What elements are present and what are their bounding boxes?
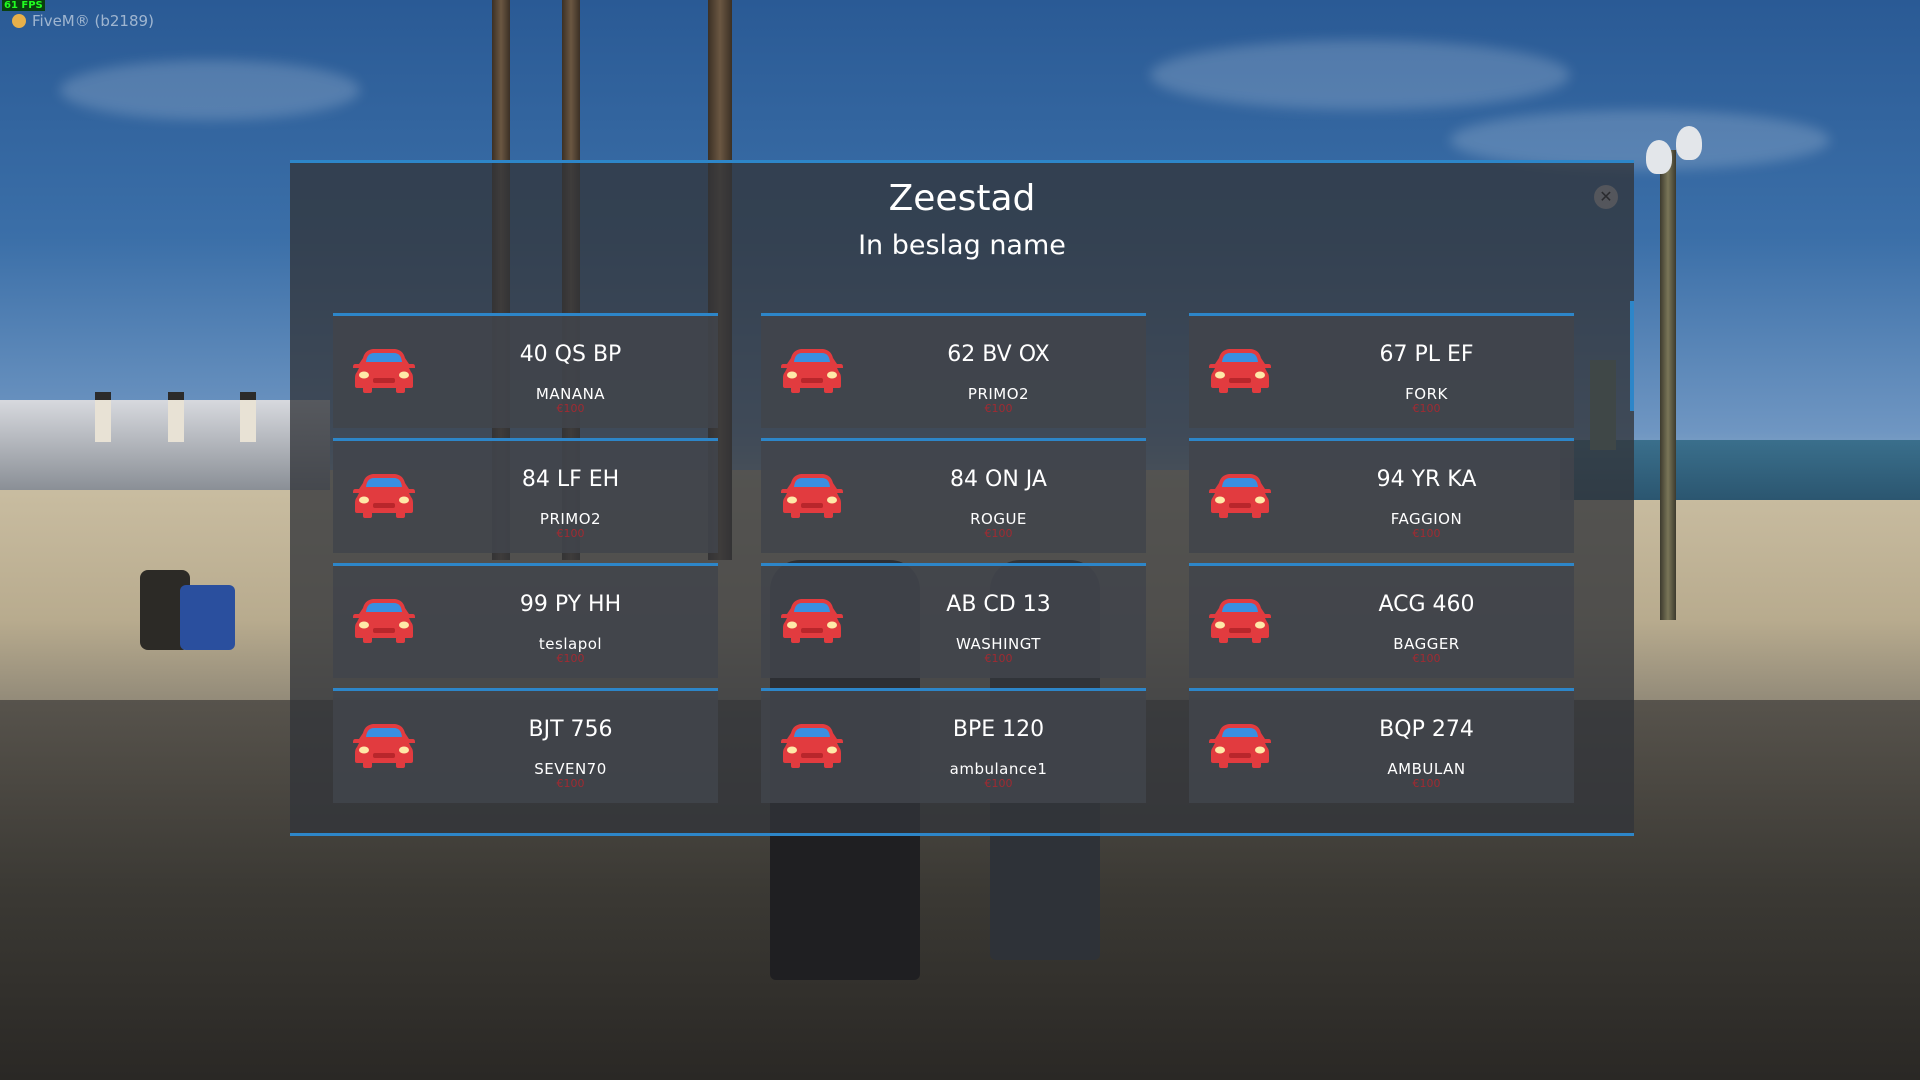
impound-panel: Zeestad In beslag name ✕ 40 QS BP MANANA…: [290, 160, 1634, 836]
vehicle-card[interactable]: 94 YR KA FAGGION €100: [1189, 438, 1574, 553]
vehicle-model: AMBULAN: [1387, 760, 1466, 778]
vehicle-model: WASHINGT: [956, 635, 1041, 653]
vehicle-model: PRIMO2: [539, 510, 602, 528]
vehicle-model: PRIMO2: [967, 385, 1030, 403]
vehicle-card[interactable]: ACG 460 BAGGER €100: [1189, 563, 1574, 678]
vehicle-card[interactable]: AB CD 13 WASHINGT €100: [761, 563, 1146, 678]
vehicle-card[interactable]: 40 QS BP MANANA €100: [333, 313, 718, 428]
impound-price: €100: [984, 527, 1013, 540]
impound-price: €100: [1412, 527, 1441, 540]
vehicle-grid: 40 QS BP MANANA €100 62 BV OX PRIMO2 €10…: [333, 313, 1575, 803]
vehicle-card[interactable]: 99 PY HH teslapol €100: [333, 563, 718, 678]
vehicle-card[interactable]: BPE 120 ambulance1 €100: [761, 688, 1146, 803]
cloud: [1150, 40, 1570, 110]
ship-funnel: [240, 392, 256, 442]
car-icon: [781, 724, 843, 768]
vehicle-card[interactable]: BQP 274 AMBULAN €100: [1189, 688, 1574, 803]
impound-price: €100: [984, 652, 1013, 665]
vehicle-card[interactable]: 84 LF EH PRIMO2 €100: [333, 438, 718, 553]
license-plate: 62 BV OX: [947, 342, 1050, 367]
close-icon: ✕: [1599, 187, 1613, 206]
vehicle-card[interactable]: 62 BV OX PRIMO2 €100: [761, 313, 1146, 428]
lamp-head: [1676, 126, 1702, 160]
panel-title: Zeestad: [888, 178, 1036, 219]
license-plate: 84 ON JA: [950, 467, 1047, 492]
car-icon: [353, 724, 415, 768]
license-plate: 40 QS BP: [519, 342, 622, 367]
license-plate: 67 PL EF: [1379, 342, 1474, 367]
car-icon: [1209, 599, 1271, 643]
impound-price: €100: [1412, 402, 1441, 415]
car-icon: [781, 474, 843, 518]
lamp-head: [1646, 140, 1672, 174]
fps-counter: 61 FPS: [2, 0, 45, 11]
panel-subtitle: In beslag name: [858, 230, 1066, 261]
fivem-logo-icon: [12, 14, 26, 28]
cloud: [60, 60, 360, 120]
vehicle-card[interactable]: 84 ON JA ROGUE €100: [761, 438, 1146, 553]
car-icon: [781, 599, 843, 643]
ship-funnel: [95, 392, 111, 442]
client-label: FiveM® (b2189): [12, 12, 154, 30]
license-plate: AB CD 13: [946, 592, 1051, 617]
impound-price: €100: [1412, 652, 1441, 665]
vehicle-card[interactable]: 67 PL EF FORK €100: [1189, 313, 1574, 428]
license-plate: ACG 460: [1378, 592, 1475, 617]
license-plate: BPE 120: [952, 717, 1045, 742]
impound-price: €100: [556, 777, 585, 790]
vehicle-model: MANANA: [535, 385, 606, 403]
vehicle-model: teslapol: [538, 635, 603, 653]
game-scene: 61 FPS FiveM® (b2189) Zeestad In beslag …: [0, 0, 1920, 1080]
license-plate: BJT 756: [528, 717, 613, 742]
street-lamp: [1660, 150, 1676, 620]
car-icon: [1209, 724, 1271, 768]
vehicle-model: FAGGION: [1390, 510, 1463, 528]
impound-price: €100: [556, 652, 585, 665]
vehicle-card[interactable]: BJT 756 SEVEN70 €100: [333, 688, 718, 803]
recycle-bin: [180, 585, 235, 650]
license-plate: 94 YR KA: [1376, 467, 1477, 492]
ship-funnel: [168, 392, 184, 442]
vehicle-model: FORK: [1405, 385, 1448, 403]
license-plate: BQP 274: [1379, 717, 1474, 742]
ship: [0, 400, 330, 490]
license-plate: 84 LF EH: [521, 467, 620, 492]
car-icon: [353, 474, 415, 518]
vehicle-model: ambulance1: [949, 760, 1048, 778]
car-icon: [353, 599, 415, 643]
impound-price: €100: [984, 402, 1013, 415]
client-version: FiveM® (b2189): [32, 12, 154, 30]
vehicle-model: ROGUE: [970, 510, 1027, 528]
car-icon: [1209, 474, 1271, 518]
scrollbar[interactable]: [1630, 301, 1634, 411]
vehicle-model: BAGGER: [1393, 635, 1460, 653]
impound-price: €100: [984, 777, 1013, 790]
car-icon: [1209, 349, 1271, 393]
impound-price: €100: [556, 402, 585, 415]
car-icon: [781, 349, 843, 393]
close-button[interactable]: ✕: [1594, 185, 1618, 209]
license-plate: 99 PY HH: [519, 592, 622, 617]
impound-price: €100: [556, 527, 585, 540]
car-icon: [353, 349, 415, 393]
impound-price: €100: [1412, 777, 1441, 790]
vehicle-model: SEVEN70: [534, 760, 607, 778]
